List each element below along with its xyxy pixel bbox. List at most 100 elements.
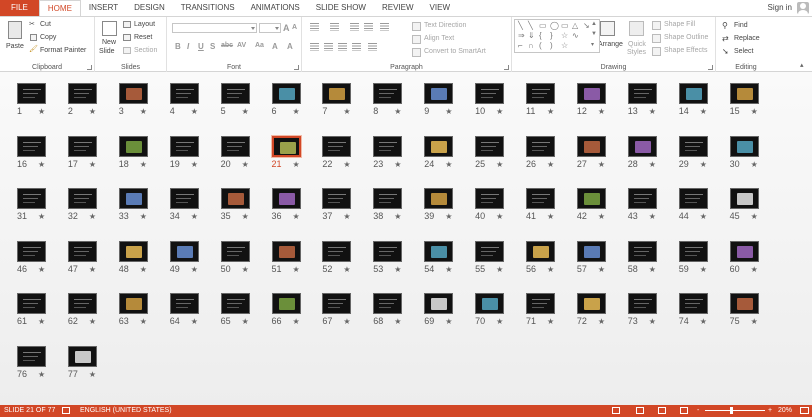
slide-sorter-view-icon[interactable] (636, 407, 644, 414)
star-shape-icon[interactable]: ☆ (561, 41, 568, 50)
slide-thumbnail-32[interactable] (67, 188, 97, 210)
slide-thumbnail-6[interactable] (271, 83, 301, 104)
slide-thumbnail-38[interactable] (373, 188, 403, 210)
cut-icon[interactable]: ✂ (29, 20, 35, 28)
slide-thumbnail-25[interactable] (475, 135, 505, 157)
shrink-font-icon[interactable]: A (292, 24, 297, 31)
slide-thumbnail-13[interactable] (627, 83, 657, 104)
reset-icon[interactable] (123, 34, 131, 41)
animation-star-icon[interactable]: ★ (598, 160, 605, 169)
find-button[interactable]: Find (734, 22, 748, 29)
animation-star-icon[interactable]: ★ (140, 265, 147, 274)
tab-review[interactable]: REVIEW (374, 0, 422, 16)
animation-star-icon[interactable]: ★ (547, 265, 554, 274)
animation-star-icon[interactable]: ★ (89, 107, 96, 116)
animation-star-icon[interactable]: ★ (598, 265, 605, 274)
animation-star-icon[interactable]: ★ (394, 212, 401, 221)
shape-fill-button[interactable]: Shape Fill (664, 21, 695, 28)
animation-star-icon[interactable]: ★ (598, 107, 605, 116)
slide-thumbnail-51[interactable] (271, 240, 301, 262)
slide-thumbnail-20[interactable] (220, 135, 250, 157)
zoom-slider[interactable] (705, 410, 765, 411)
slide-thumbnail-40[interactable] (475, 188, 505, 210)
animation-star-icon[interactable]: ★ (343, 107, 350, 116)
animation-star-icon[interactable]: ★ (751, 160, 758, 169)
tab-view[interactable]: VIEW (422, 0, 458, 16)
animation-star-icon[interactable]: ★ (394, 317, 401, 326)
slide-thumbnail-1[interactable] (17, 83, 46, 104)
slide-thumbnail-35[interactable] (220, 188, 250, 210)
animation-star-icon[interactable]: ★ (89, 212, 96, 221)
animation-star-icon[interactable]: ★ (547, 107, 554, 116)
connector-shape-icon[interactable]: ⌐ (518, 41, 523, 50)
arrow-shape-icon[interactable]: ↘ (583, 21, 590, 30)
slide-thumbnail-41[interactable] (526, 188, 555, 210)
new-slide-icon[interactable] (102, 21, 117, 36)
brace-shape-icon[interactable]: } (550, 31, 553, 40)
slide-thumbnail-54[interactable] (424, 240, 454, 262)
arrow-shape-icon[interactable]: ⇓ (528, 31, 535, 40)
shapes-gallery[interactable]: ╲ ╲ ▭ ◯ ▭ △ ↘ ⇒ ⇓ { } ☆ ∿ ⌐ ∩ ( ) ☆ ▲ ▼ … (514, 19, 600, 53)
gallery-scroll-down-icon[interactable]: ▼ (591, 31, 597, 37)
font-size-combo[interactable] (259, 23, 281, 33)
oval-shape-icon[interactable]: ◯ (550, 21, 559, 30)
animation-star-icon[interactable]: ★ (547, 317, 554, 326)
animation-star-icon[interactable]: ★ (38, 212, 45, 221)
animation-star-icon[interactable]: ★ (445, 212, 452, 221)
quick-styles-icon[interactable] (629, 21, 644, 36)
layout-icon[interactable] (123, 21, 131, 28)
grow-font-icon[interactable]: A (283, 23, 290, 33)
tab-transitions[interactable]: TRANSITIONS (173, 0, 243, 16)
text-direction-button[interactable]: Text Direction (424, 22, 466, 29)
layout-button[interactable]: Layout (134, 21, 155, 28)
strikethrough-icon[interactable]: abc (221, 42, 233, 49)
animation-star-icon[interactable]: ★ (547, 212, 554, 221)
justify-icon[interactable] (352, 43, 361, 51)
align-center-icon[interactable] (324, 43, 333, 51)
tab-animations[interactable]: ANIMATIONS (243, 0, 308, 16)
line-shape-icon[interactable]: ╲ (518, 21, 523, 30)
slide-thumbnail-64[interactable] (169, 293, 199, 315)
animation-star-icon[interactable]: ★ (496, 160, 503, 169)
animation-star-icon[interactable]: ★ (343, 265, 350, 274)
slide-thumbnail-17[interactable] (67, 135, 97, 157)
align-left-icon[interactable] (310, 43, 319, 51)
bracket-shape-icon[interactable]: ) (550, 41, 553, 50)
new-slide-button-line2[interactable]: Slide (99, 48, 115, 55)
slide-thumbnail-34[interactable] (169, 188, 199, 210)
format-painter-icon[interactable]: 🖌 (29, 45, 38, 53)
animation-star-icon[interactable]: ★ (242, 265, 249, 274)
reading-view-icon[interactable] (658, 407, 666, 414)
tab-file[interactable]: FILE (0, 0, 39, 16)
line-shape-icon[interactable]: ╲ (528, 21, 533, 30)
slide-thumbnail-14[interactable] (678, 83, 708, 104)
tab-home[interactable]: HOME (38, 0, 81, 16)
slide-thumbnail-49[interactable] (169, 240, 199, 262)
triangle-shape-icon[interactable]: △ (572, 21, 578, 30)
animation-star-icon[interactable]: ★ (700, 107, 707, 116)
animation-star-icon[interactable]: ★ (700, 212, 707, 221)
animation-star-icon[interactable]: ★ (598, 317, 605, 326)
align-text-icon[interactable] (412, 35, 421, 44)
line-spacing-icon[interactable] (380, 23, 389, 31)
animation-star-icon[interactable]: ★ (191, 212, 198, 221)
animation-star-icon[interactable]: ★ (700, 317, 707, 326)
tab-insert[interactable]: INSERT (81, 0, 126, 16)
animation-star-icon[interactable]: ★ (649, 107, 656, 116)
animation-star-icon[interactable]: ★ (242, 160, 249, 169)
notes-status-icon[interactable] (62, 407, 70, 414)
numbering-icon[interactable] (330, 23, 339, 31)
animation-star-icon[interactable]: ★ (496, 107, 503, 116)
font-name-combo[interactable] (172, 23, 257, 33)
user-avatar-icon[interactable] (797, 2, 809, 14)
align-right-icon[interactable] (338, 43, 347, 51)
slide-thumbnail-70[interactable] (475, 293, 505, 315)
animation-star-icon[interactable]: ★ (649, 265, 656, 274)
copy-icon[interactable] (30, 34, 37, 41)
animation-star-icon[interactable]: ★ (89, 317, 96, 326)
animation-star-icon[interactable]: ★ (496, 212, 503, 221)
slide-thumbnail-52[interactable] (322, 240, 352, 262)
animation-star-icon[interactable]: ★ (38, 160, 45, 169)
animation-star-icon[interactable]: ★ (649, 212, 656, 221)
slide-thumbnail-23[interactable] (373, 135, 403, 157)
